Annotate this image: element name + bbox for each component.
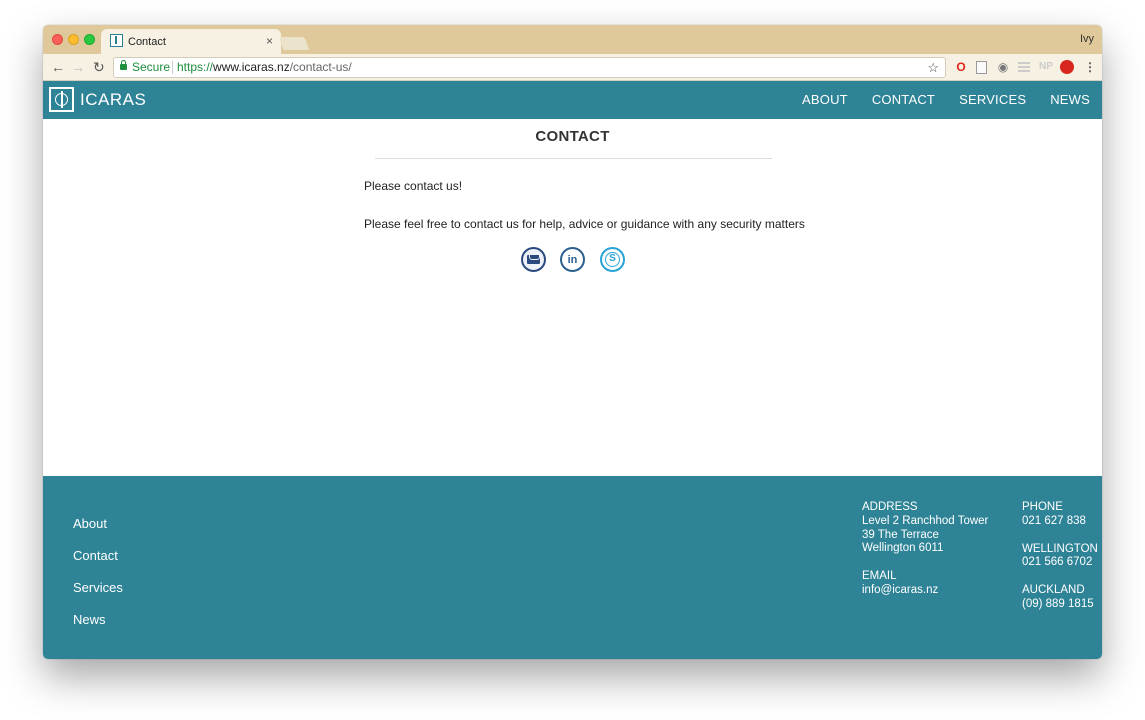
browser-window: Contact × Ivy ← → ↻ Secure https://www.i… bbox=[43, 25, 1102, 659]
browser-toolbar: ← → ↻ Secure https://www.icaras.nz/conta… bbox=[43, 54, 1102, 81]
footer-address-column: ADDRESS Level 2 Ranchhod Tower 39 The Te… bbox=[862, 501, 988, 598]
footer-link-contact[interactable]: Contact bbox=[73, 548, 118, 563]
wellington-phone[interactable]: 021 566 6702 bbox=[1022, 556, 1098, 570]
email-icon[interactable] bbox=[521, 247, 546, 272]
footer-phone-column: PHONE 021 627 838 WELLINGTON 021 566 670… bbox=[1022, 501, 1098, 612]
page-extension-icon[interactable] bbox=[976, 61, 987, 74]
logo-icon[interactable] bbox=[49, 87, 74, 112]
linkedin-glyph: in bbox=[567, 253, 578, 266]
email-address[interactable]: info@icaras.nz bbox=[862, 584, 988, 598]
skype-icon[interactable]: S bbox=[600, 247, 625, 272]
reload-icon[interactable]: ↻ bbox=[93, 58, 105, 76]
main-nav: ABOUT CONTACT SERVICES NEWS bbox=[790, 81, 1102, 119]
phone-heading: PHONE bbox=[1022, 501, 1063, 513]
envelope-glyph bbox=[527, 255, 540, 264]
address-heading: ADDRESS bbox=[862, 501, 918, 513]
email-heading: EMAIL bbox=[862, 570, 897, 583]
footer-link-news[interactable]: News bbox=[73, 612, 106, 627]
back-icon[interactable]: ← bbox=[51, 58, 65, 76]
red-extension-icon[interactable] bbox=[1060, 60, 1074, 74]
opera-extension-icon[interactable]: O bbox=[954, 59, 968, 75]
new-tab-button[interactable] bbox=[278, 37, 310, 50]
site-header: ICARAS ABOUT CONTACT SERVICES NEWS bbox=[43, 81, 1102, 119]
url-text: https://www.icaras.nz/contact-us/ bbox=[177, 58, 352, 77]
footer-link-about[interactable]: About bbox=[73, 516, 107, 531]
url-separator bbox=[172, 61, 173, 74]
secure-label: Secure bbox=[132, 60, 171, 74]
title-divider bbox=[375, 158, 772, 159]
logo-line bbox=[61, 91, 63, 108]
auckland-heading: AUCKLAND bbox=[1022, 584, 1085, 597]
url-host: www.icaras.nz bbox=[213, 60, 290, 74]
favicon-icon bbox=[110, 34, 123, 47]
intro-text: Please contact us! bbox=[364, 179, 463, 193]
site-footer: About Contact Services News ADDRESS Leve… bbox=[43, 476, 1102, 659]
nav-services[interactable]: SERVICES bbox=[947, 81, 1038, 119]
auckland-phone[interactable]: (09) 889 1815 bbox=[1022, 598, 1098, 612]
wellington-heading: WELLINGTON bbox=[1022, 542, 1098, 555]
tab-contact[interactable]: Contact × bbox=[101, 29, 281, 54]
linkedin-icon[interactable]: in bbox=[560, 247, 585, 272]
close-window-button[interactable] bbox=[52, 34, 63, 45]
forward-icon[interactable]: → bbox=[71, 58, 85, 76]
profile-name[interactable]: Ivy bbox=[1080, 33, 1094, 45]
nav-news[interactable]: NEWS bbox=[1038, 81, 1102, 119]
address-line: Level 2 Ranchhod Tower bbox=[862, 514, 989, 527]
maximize-window-button[interactable] bbox=[84, 34, 95, 45]
browser-menu-icon[interactable]: ⋮ bbox=[1084, 59, 1096, 75]
nav-about[interactable]: ABOUT bbox=[790, 81, 860, 119]
address-bar[interactable]: Secure https://www.icaras.nz/contact-us/… bbox=[113, 57, 946, 78]
bookmark-star-icon[interactable]: ☆ bbox=[927, 58, 939, 77]
lock-icon bbox=[120, 60, 127, 70]
skype-glyph: S bbox=[605, 252, 620, 267]
tab-title: Contact bbox=[128, 36, 166, 48]
web-page: ICARAS ABOUT CONTACT SERVICES NEWS CONTA… bbox=[43, 81, 1102, 659]
minimize-window-button[interactable] bbox=[68, 34, 79, 45]
body-text: Please feel free to contact us for help,… bbox=[364, 217, 805, 231]
nav-contact[interactable]: CONTACT bbox=[860, 81, 947, 119]
eye-extension-icon[interactable]: ◉ bbox=[996, 59, 1010, 75]
tab-strip: Contact × Ivy bbox=[43, 25, 1102, 54]
logo-text[interactable]: ICARAS bbox=[80, 90, 146, 110]
url-path: /contact-us/ bbox=[289, 60, 352, 74]
phone-number[interactable]: 021 627 838 bbox=[1022, 515, 1098, 529]
tab-close-icon[interactable]: × bbox=[266, 34, 273, 48]
address-line: 39 The Terrace bbox=[862, 528, 939, 541]
address-line: Wellington 6011 bbox=[862, 542, 944, 555]
url-scheme: https:// bbox=[177, 60, 214, 74]
reader-extension-icon[interactable] bbox=[1018, 62, 1030, 72]
page-title: CONTACT bbox=[535, 128, 610, 145]
np-extension-icon[interactable]: NP bbox=[1038, 59, 1054, 75]
footer-link-services[interactable]: Services bbox=[73, 580, 123, 595]
